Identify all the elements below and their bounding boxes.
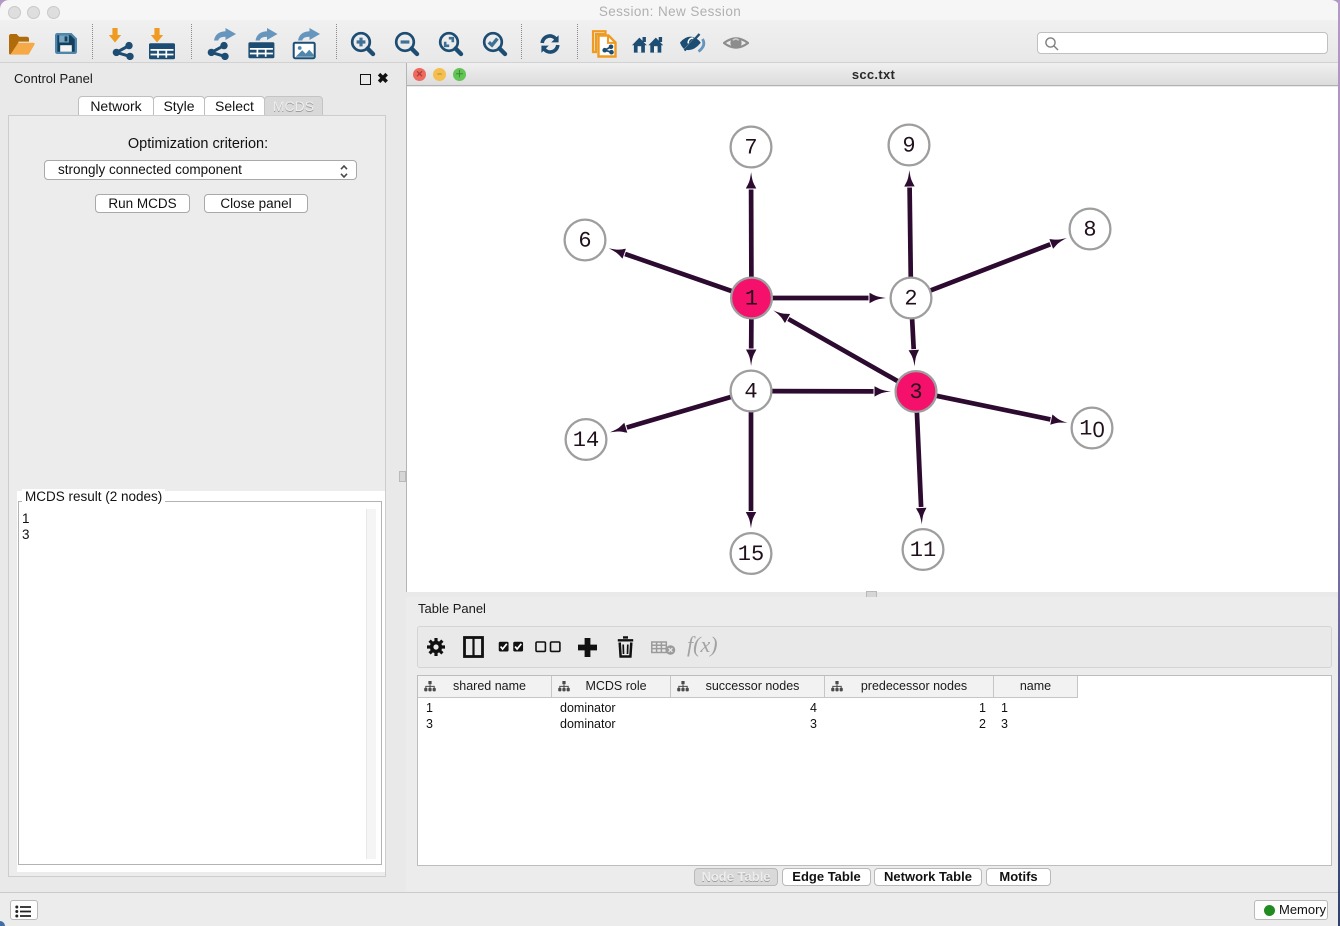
svg-text:4: 4 — [744, 380, 757, 405]
svg-text:3: 3 — [909, 380, 922, 405]
svg-text:1: 1 — [745, 287, 758, 312]
svg-text:2: 2 — [904, 287, 917, 312]
svg-text:15: 15 — [738, 542, 764, 567]
svg-text:8: 8 — [1083, 218, 1096, 243]
svg-text:6: 6 — [578, 229, 591, 254]
svg-text:9: 9 — [902, 134, 915, 159]
svg-text:14: 14 — [573, 428, 599, 453]
svg-text:11: 11 — [910, 538, 936, 563]
svg-text:7: 7 — [744, 136, 757, 161]
svg-text:10: 10 — [1079, 417, 1104, 442]
